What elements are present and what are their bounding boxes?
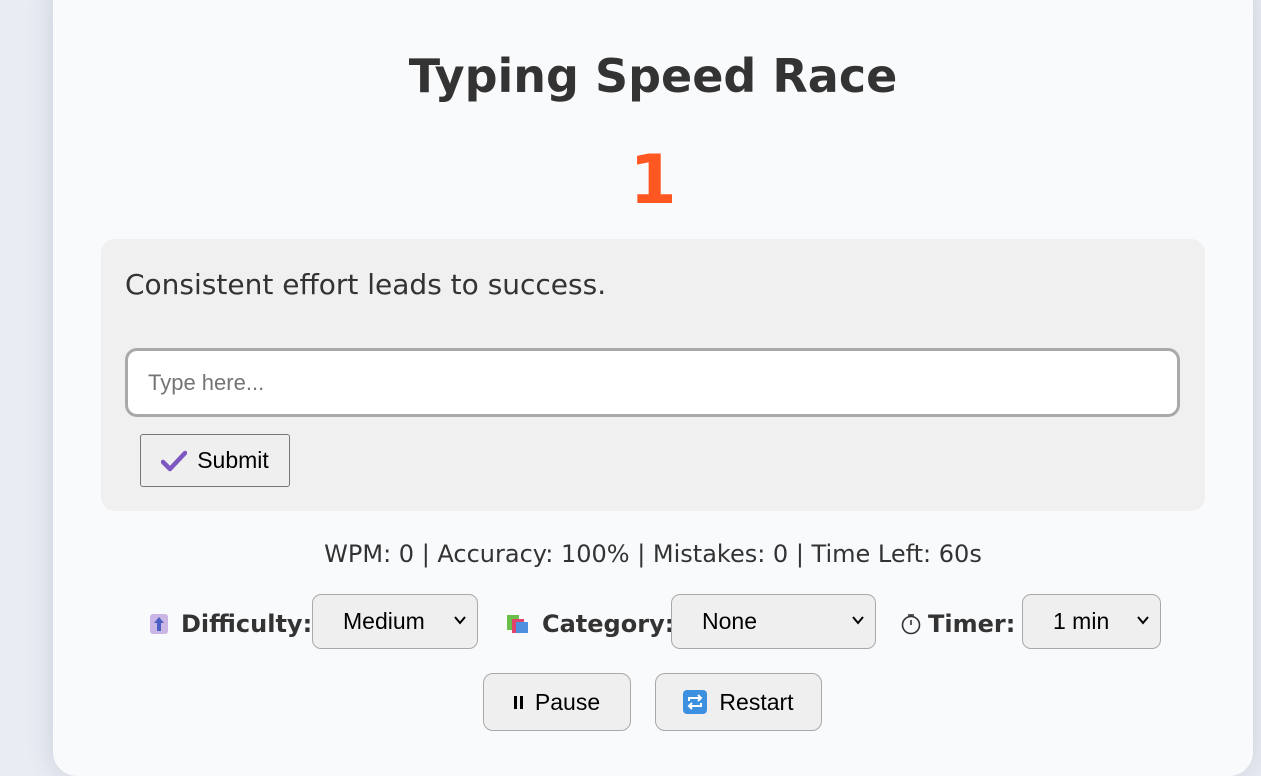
difficulty-select[interactable]: Medium <box>312 594 478 649</box>
category-select[interactable]: None <box>671 594 876 649</box>
target-sentence: Consistent effort leads to success. <box>125 268 607 301</box>
chevron-down-icon <box>454 616 466 625</box>
restart-button-label: Restart <box>719 688 794 715</box>
difficulty-label: Difficulty: <box>149 609 312 639</box>
category-label: Category: <box>506 609 674 639</box>
typing-panel: Consistent effort leads to success. Subm… <box>101 239 1205 511</box>
stopwatch-icon <box>901 614 921 635</box>
pause-button-label: Pause <box>534 688 601 715</box>
submit-button[interactable]: Submit <box>140 434 290 487</box>
page-title: Typing Speed Race <box>408 49 898 103</box>
countdown-number: 1 <box>629 141 677 220</box>
game-card: Typing Speed Race 1 Consistent effort le… <box>53 0 1253 776</box>
difficulty-select-value: Medium <box>343 608 425 634</box>
restart-button[interactable]: Restart <box>655 673 822 731</box>
up-arrow-icon <box>150 614 168 634</box>
pause-button[interactable]: Pause <box>483 673 631 731</box>
stats-line: WPM: 0 | Accuracy: 100% | Mistakes: 0 | … <box>324 540 982 568</box>
timer-select[interactable]: 1 min <box>1022 594 1161 649</box>
books-icon <box>507 615 528 633</box>
submit-button-label: Submit <box>197 447 269 473</box>
chevron-down-icon <box>852 616 864 625</box>
timer-select-value: 1 min <box>1053 608 1110 634</box>
check-mark-icon <box>161 450 188 471</box>
category-select-value: None <box>702 608 757 634</box>
typing-input[interactable] <box>125 348 1180 417</box>
chevron-down-icon <box>1137 616 1149 625</box>
timer-label: Timer: <box>900 609 1015 639</box>
pause-icon <box>513 695 523 709</box>
repeat-icon <box>683 690 708 714</box>
